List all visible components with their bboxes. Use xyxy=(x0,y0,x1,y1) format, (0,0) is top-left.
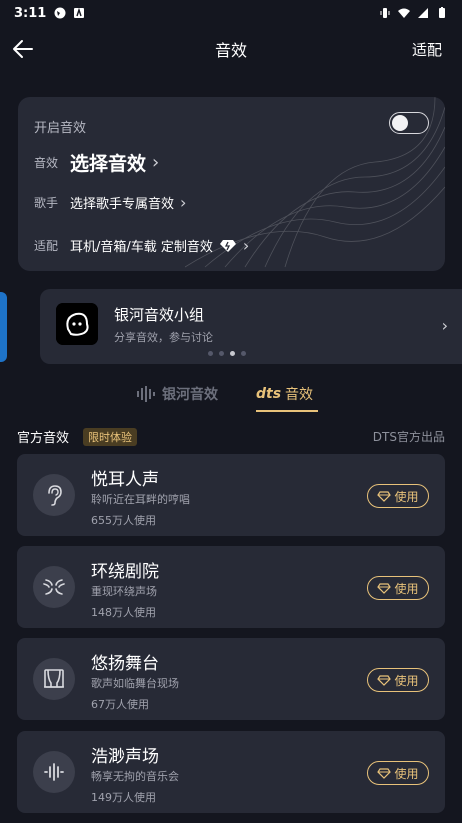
adapt-label: 适配 xyxy=(34,239,59,253)
item-icon-wrap xyxy=(33,658,75,700)
diamond-icon xyxy=(377,490,392,502)
galaxy-wave-icon xyxy=(137,386,155,402)
tab-galaxy-effect[interactable]: 银河音效 xyxy=(136,384,218,404)
use-button-label: 使用 xyxy=(394,489,419,504)
tab-dts-label: 音效 xyxy=(285,387,314,403)
vibrate-icon xyxy=(380,8,390,18)
list-item-effect[interactable]: 悦耳人声 聆听近在耳畔的哼唱 655万人使用 使用 xyxy=(17,454,445,536)
app-notification-icon xyxy=(74,7,85,18)
group-subtitle: 分享音效，参与讨论 xyxy=(114,331,213,344)
item-name: 浩渺声场 xyxy=(91,747,159,767)
singer-value: 选择歌手专属音效 xyxy=(70,197,175,212)
pager-dot xyxy=(241,351,246,356)
page-title: 音效 xyxy=(214,41,247,60)
item-name: 环绕剧院 xyxy=(91,562,159,582)
chevron-right-icon: › xyxy=(242,236,250,255)
item-description: 聆听近在耳畔的哼唱 xyxy=(91,493,190,506)
item-description: 畅享无拘的音乐会 xyxy=(91,770,179,783)
group-logo-icon xyxy=(56,303,98,345)
title-bar: 音效 适配 xyxy=(0,26,462,72)
select-effect-row[interactable]: 音效 选择音效 › xyxy=(34,149,159,176)
limited-time-badge: 限时体验 xyxy=(83,428,137,446)
list-item-effect[interactable]: 浩渺声场 畅享无拘的音乐会 149万人使用 使用 xyxy=(17,731,445,813)
wifi-icon xyxy=(398,8,410,18)
status-time: 3:11 xyxy=(14,5,47,21)
item-name: 悦耳人声 xyxy=(91,470,159,490)
back-arrow-icon[interactable] xyxy=(10,36,36,62)
item-user-count: 149万人使用 xyxy=(91,791,156,804)
diamond-icon xyxy=(377,674,392,686)
item-user-count: 148万人使用 xyxy=(91,606,156,619)
select-singer-effect-row[interactable]: 歌手 选择歌手专属音效 › xyxy=(34,193,186,212)
tab-galaxy-label: 银河音效 xyxy=(162,387,218,403)
item-user-count: 67万人使用 xyxy=(91,698,149,711)
chevron-right-icon: › xyxy=(441,316,448,335)
banner-pager xyxy=(208,351,246,356)
section-source: DTS官方出品 xyxy=(372,430,445,444)
item-icon-wrap xyxy=(33,474,75,516)
side-floating-tab[interactable] xyxy=(0,292,7,362)
use-button[interactable]: 使用 xyxy=(367,484,429,508)
effect-tabs: 银河音效 dts 音效 xyxy=(0,384,462,418)
toggle-knob xyxy=(392,114,408,131)
use-button[interactable]: 使用 xyxy=(367,576,429,600)
section-title: 官方音效 xyxy=(17,431,70,446)
vip-diamond-icon xyxy=(219,239,236,252)
tab-dts-effect[interactable]: dts 音效 xyxy=(256,384,313,404)
enable-effect-label: 开启音效 xyxy=(34,121,87,136)
effect-toggle[interactable] xyxy=(389,112,429,134)
effect-label: 音效 xyxy=(34,156,59,170)
use-button-label: 使用 xyxy=(394,581,419,596)
singer-label: 歌手 xyxy=(34,196,59,210)
galaxy-group-banner[interactable]: 银河音效小组 分享音效，参与讨论 › xyxy=(40,289,462,364)
use-button[interactable]: 使用 xyxy=(367,668,429,692)
globe-icon xyxy=(54,7,66,19)
diamond-icon xyxy=(377,767,392,779)
list-item-effect[interactable]: 悠扬舞台 歌声如临舞台现场 67万人使用 使用 xyxy=(17,638,445,720)
pager-dot xyxy=(208,351,213,356)
active-tab-indicator xyxy=(256,410,318,412)
pager-dot xyxy=(219,351,224,356)
item-description: 重现环绕声场 xyxy=(91,585,157,598)
chevron-right-icon: › xyxy=(152,152,160,173)
list-item-effect[interactable]: 环绕剧院 重现环绕声场 148万人使用 使用 xyxy=(17,546,445,628)
battery-icon xyxy=(439,7,445,18)
soundwave-icon xyxy=(44,763,64,781)
ear-icon xyxy=(48,485,62,506)
section-header: 官方音效 限时体验 DTS官方出品 xyxy=(0,427,462,447)
diamond-icon xyxy=(377,582,392,594)
use-button-label: 使用 xyxy=(394,766,419,781)
effect-settings-card: 开启音效 音效 选择音效 › 歌手 选择歌手专属音效 › 适配 耳机/音箱/车载… xyxy=(18,97,445,271)
item-description: 歌声如临舞台现场 xyxy=(91,677,179,690)
effect-value: 选择音效 xyxy=(70,153,147,175)
status-bar: 3:11 xyxy=(0,0,462,26)
adapt-button[interactable]: 适配 xyxy=(412,39,442,60)
chevron-right-icon: › xyxy=(180,193,187,212)
tab-dts-brand: dts xyxy=(256,386,282,402)
item-name: 悠扬舞台 xyxy=(91,654,159,674)
surround-icon xyxy=(43,579,65,595)
device-adapt-row[interactable]: 适配 耳机/音箱/车载 定制音效 › xyxy=(34,236,249,255)
adapt-value: 耳机/音箱/车载 定制音效 xyxy=(70,240,213,255)
signal-icon xyxy=(418,8,428,18)
use-button[interactable]: 使用 xyxy=(367,761,429,785)
pager-dot xyxy=(230,351,235,356)
stage-icon xyxy=(44,669,64,688)
item-icon-wrap xyxy=(33,566,75,608)
item-user-count: 655万人使用 xyxy=(91,514,156,527)
use-button-label: 使用 xyxy=(394,673,419,688)
item-icon-wrap xyxy=(33,751,75,793)
group-title: 银河音效小组 xyxy=(114,306,205,324)
